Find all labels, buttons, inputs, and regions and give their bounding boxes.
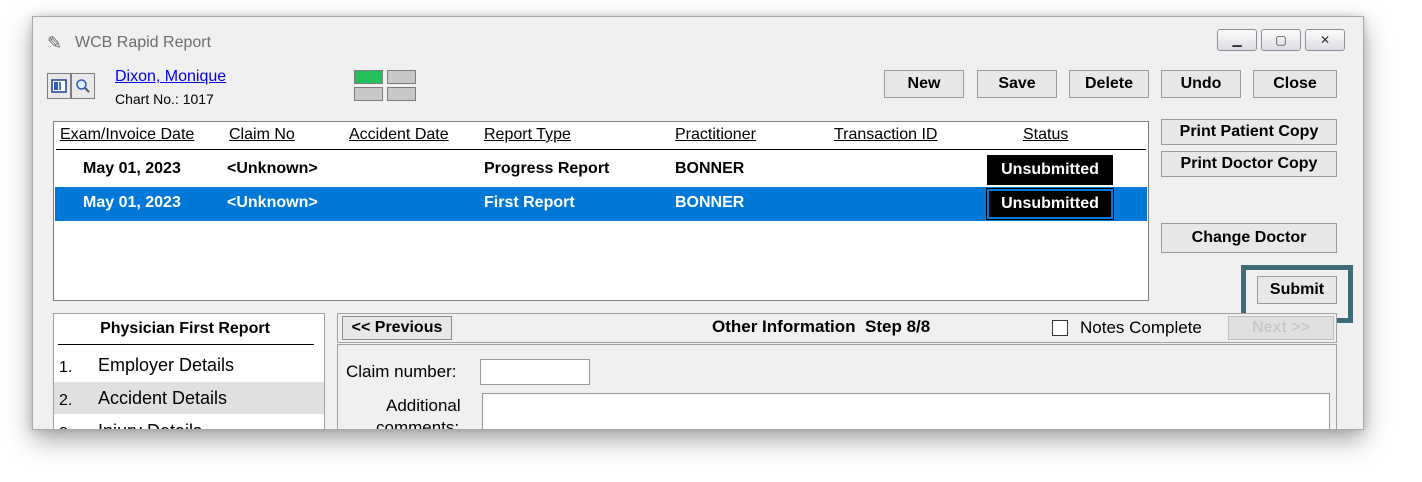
reports-table: Exam/Invoice Date Claim No Accident Date… — [53, 121, 1149, 301]
claim-number-label: Claim number: — [346, 362, 457, 381]
status-badge: Unsubmitted — [987, 189, 1113, 219]
steps-divider — [58, 344, 314, 345]
header-divider — [56, 149, 1146, 150]
save-button[interactable]: Save — [977, 70, 1057, 98]
print-patient-copy-button[interactable]: Print Patient Copy — [1161, 119, 1337, 145]
close-icon: ✕ — [1319, 33, 1331, 47]
step-label: Injury Details — [98, 421, 202, 429]
new-button[interactable]: New — [884, 70, 964, 98]
step-label: Employer Details — [98, 355, 235, 375]
additional-comments-textarea[interactable] — [482, 393, 1330, 429]
step-number: 3. — [59, 425, 72, 429]
patient-search-button[interactable] — [71, 73, 95, 99]
claim-no-cell: <Unknown> — [227, 194, 318, 211]
step-item-employer-details[interactable]: 1. Employer Details — [54, 349, 324, 381]
step-name: Other Information — [712, 317, 856, 336]
next-step-button[interactable]: Next >> — [1228, 316, 1334, 340]
step-number: 2. — [59, 392, 73, 409]
patient-name-link[interactable]: Dixon, Monique — [115, 68, 226, 86]
feather-icon: ✎ — [47, 33, 63, 54]
wcb-rapid-report-window: ✎ WCB Rapid Report ▁ ▢ ✕ Dixon, Monique … — [32, 16, 1364, 430]
additional-comments-label-line2: comments: — [376, 418, 460, 430]
column-header-exam-date[interactable]: Exam/Invoice Date — [60, 126, 194, 144]
column-header-claim-no[interactable]: Claim No — [229, 126, 295, 144]
maximize-icon: ▢ — [1275, 33, 1287, 47]
undo-button[interactable]: Undo — [1161, 70, 1241, 98]
practitioner-cell: BONNER — [675, 194, 745, 211]
delete-button[interactable]: Delete — [1069, 70, 1149, 98]
notes-complete-checkbox[interactable] — [1052, 320, 1068, 336]
column-header-report-type[interactable]: Report Type — [484, 126, 571, 144]
indicator-cell-active — [354, 70, 383, 84]
close-window-button[interactable]: ✕ — [1305, 29, 1345, 51]
step-number: 1. — [59, 359, 73, 376]
notes-complete-label: Notes Complete — [1080, 318, 1202, 337]
step-label: Accident Details — [98, 388, 228, 408]
claim-no-cell: <Unknown> — [227, 160, 318, 177]
indicator-cell — [387, 87, 416, 101]
status-badge: Unsubmitted — [987, 155, 1113, 185]
magnifier-icon — [76, 79, 90, 93]
title-bar: ✎ WCB Rapid Report ▁ ▢ ✕ — [33, 17, 1363, 67]
maximize-button[interactable]: ▢ — [1261, 29, 1301, 51]
status-indicator — [354, 70, 418, 102]
patient-card-button[interactable] — [47, 73, 71, 99]
window-title: WCB Rapid Report — [75, 34, 212, 51]
column-header-accident-date[interactable]: Accident Date — [349, 126, 449, 144]
step-item-accident-details[interactable]: 2. Accident Details — [54, 382, 324, 414]
report-type-cell: First Report — [484, 194, 575, 211]
minimize-button[interactable]: ▁ — [1217, 29, 1257, 51]
indicator-cell — [354, 87, 383, 101]
print-doctor-copy-button[interactable]: Print Doctor Copy — [1161, 151, 1337, 177]
step-title: Other Information Step 8/8 — [712, 317, 930, 337]
step-item-injury-details[interactable]: 3. Injury Details — [54, 415, 324, 429]
exam-date-cell: May 01, 2023 — [83, 160, 181, 177]
claim-number-input[interactable] — [480, 359, 590, 385]
report-steps-list: Physician First Report 1. Employer Detai… — [53, 313, 325, 429]
id-card-icon — [51, 79, 67, 93]
steps-title: Physician First Report — [100, 320, 270, 337]
previous-step-button[interactable]: << Previous — [342, 316, 452, 340]
form-navigation-bar: << Previous Other Information Step 8/8 N… — [337, 313, 1337, 343]
exam-date-cell: May 01, 2023 — [83, 194, 181, 211]
column-header-practitioner[interactable]: Practitioner — [675, 126, 756, 144]
step-counter: Step 8/8 — [865, 317, 931, 336]
close-button[interactable]: Close — [1253, 70, 1337, 98]
minimize-icon: ▁ — [1232, 33, 1242, 47]
indicator-cell — [387, 70, 416, 84]
practitioner-cell: BONNER — [675, 160, 745, 177]
column-header-transaction-id[interactable]: Transaction ID — [834, 126, 937, 144]
change-doctor-button[interactable]: Change Doctor — [1161, 223, 1337, 253]
other-information-form: Claim number: Additional comments: — [337, 344, 1337, 430]
additional-comments-label-line1: Additional — [386, 396, 461, 415]
column-header-status[interactable]: Status — [1023, 126, 1068, 144]
table-row[interactable]: May 01, 2023 <Unknown> Progress Report B… — [55, 153, 1147, 187]
report-type-cell: Progress Report — [484, 160, 610, 177]
chart-number: Chart No.: 1017 — [115, 91, 214, 107]
table-row-selected[interactable]: May 01, 2023 <Unknown> First Report BONN… — [55, 187, 1147, 221]
